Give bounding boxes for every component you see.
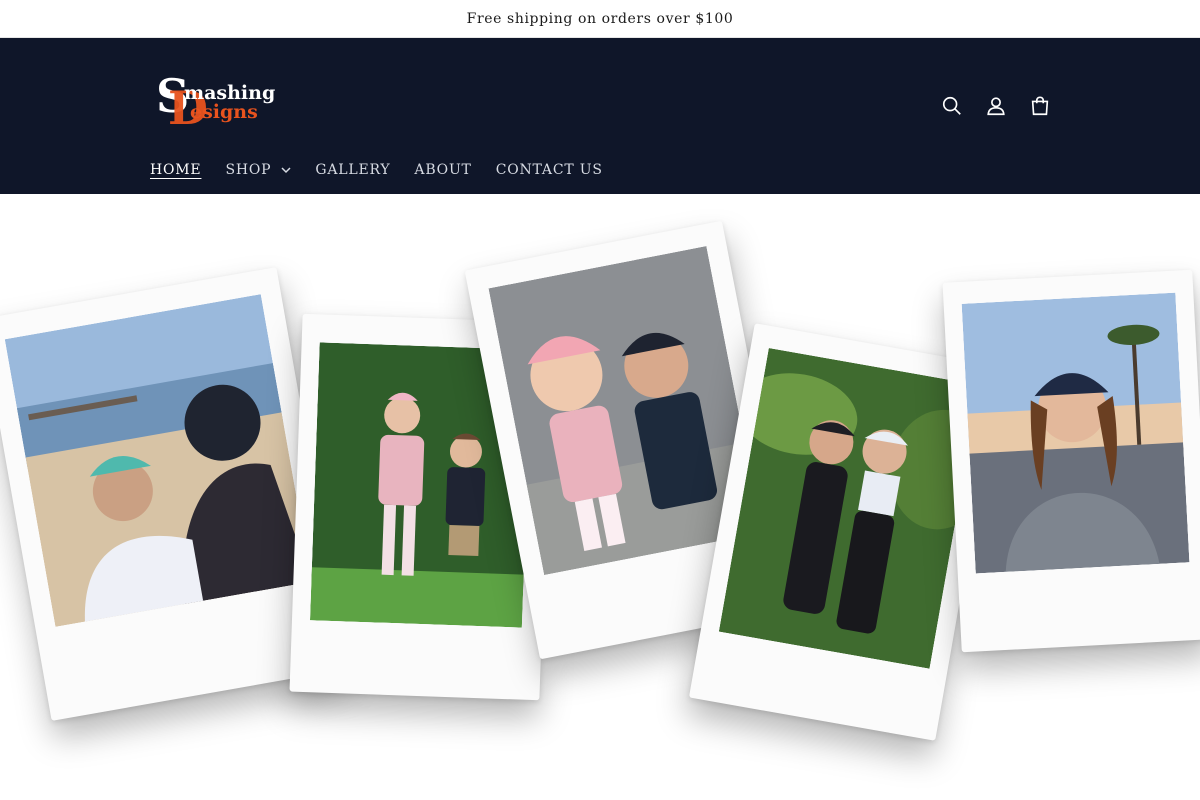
main-nav: HOME SHOP GALLERY ABOUT CONTACT US xyxy=(138,158,615,182)
site-header: S D mashing esigns HOME SHOP GALLERY ABO… xyxy=(0,38,1200,194)
svg-text:esigns: esigns xyxy=(190,101,258,123)
search-button[interactable] xyxy=(930,84,974,128)
cart-icon xyxy=(1031,96,1049,116)
palm-sunset-photo xyxy=(961,292,1190,574)
nav-item-shop[interactable]: SHOP xyxy=(213,158,303,182)
brand-logo[interactable]: S D mashing esigns xyxy=(154,66,284,130)
account-button[interactable] xyxy=(974,84,1018,128)
cart-button[interactable] xyxy=(1018,84,1062,128)
announcement-text: Free shipping on orders over $100 xyxy=(466,10,734,27)
header-icons xyxy=(930,84,1062,128)
nav-item-contact[interactable]: CONTACT US xyxy=(484,158,615,182)
nav-item-about[interactable]: ABOUT xyxy=(402,158,483,182)
polaroid-card xyxy=(942,269,1200,653)
account-icon xyxy=(987,97,1005,116)
hero-banner xyxy=(0,194,1200,800)
friends-tropical-photo xyxy=(718,347,980,669)
nav-item-gallery[interactable]: GALLERY xyxy=(303,158,402,182)
chevron-down-icon xyxy=(281,166,291,173)
search-icon xyxy=(942,96,961,115)
nav-item-home[interactable]: HOME xyxy=(138,158,213,182)
beach-pier-photo xyxy=(4,294,312,627)
announcement-bar: Free shipping on orders over $100 xyxy=(0,0,1200,38)
